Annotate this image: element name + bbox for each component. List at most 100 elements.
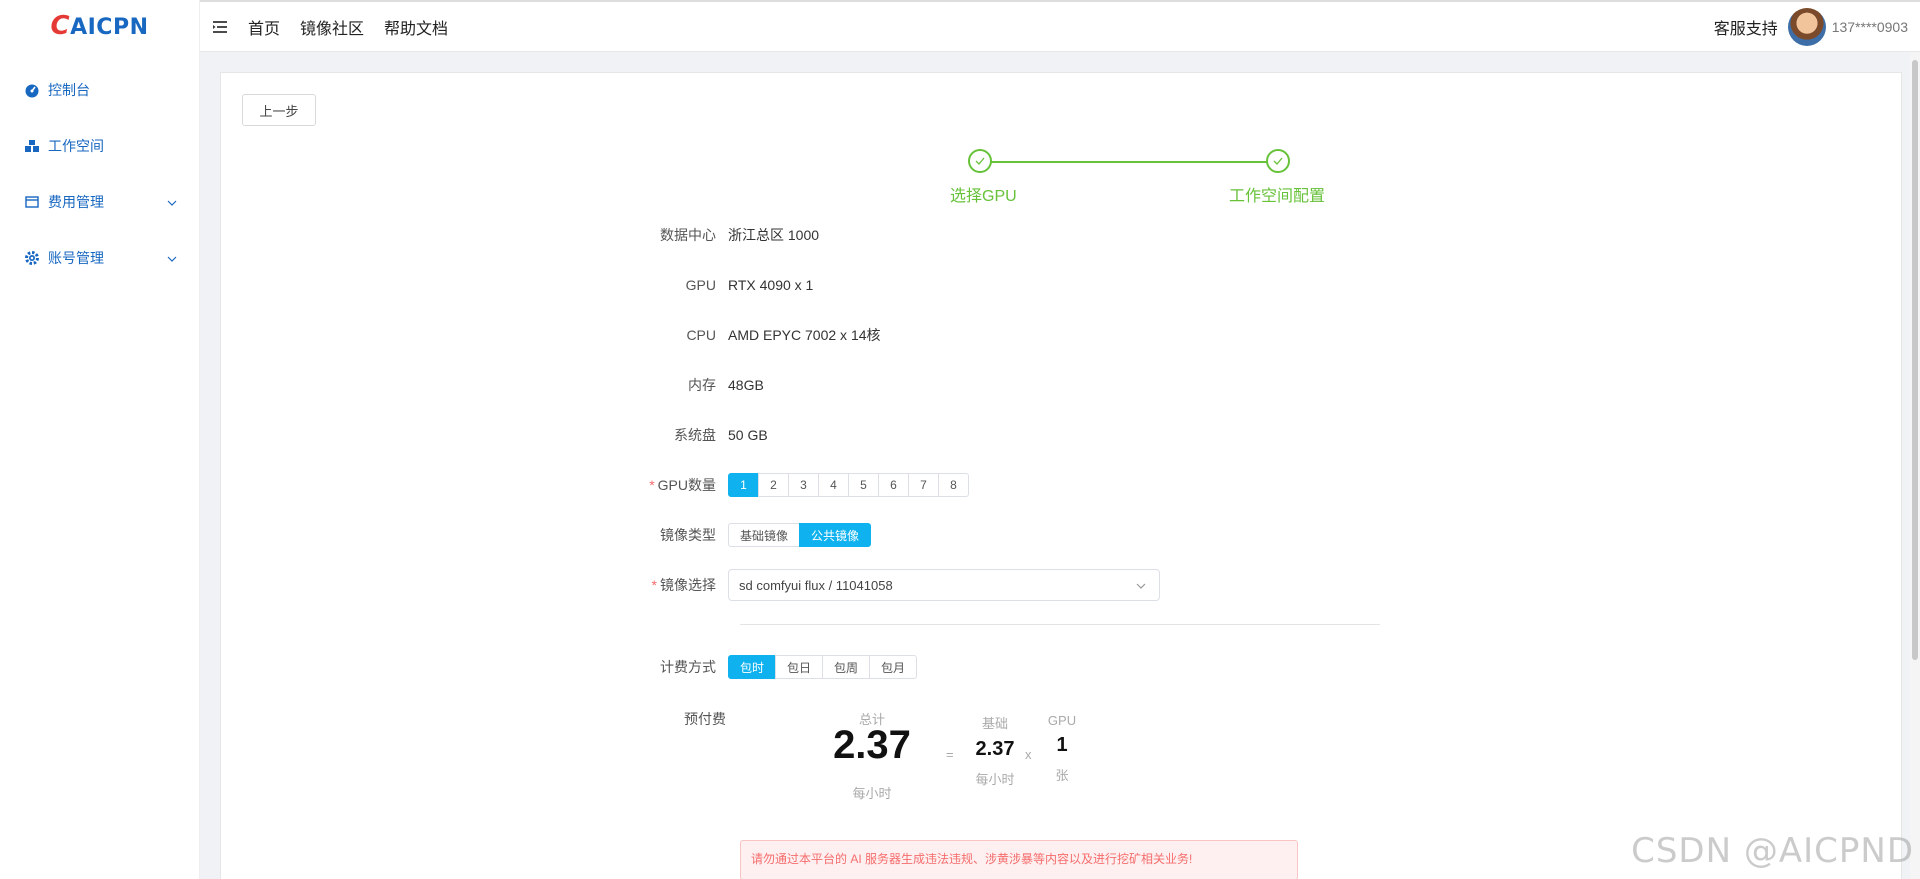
datacenter-row: 数据中心 浙江总区 1000 (620, 220, 819, 250)
image-select-dropdown[interactable]: sd comfyui flux / 11041058 (728, 569, 1160, 601)
gpu-col: GPU 1 张 (1042, 713, 1082, 784)
top-bar: 首页 镜像社区 帮助文档 客服支持 137****0903 (200, 0, 1920, 52)
base-unit: 每小时 (975, 772, 1015, 787)
image-select-row: * 镜像选择 sd comfyui flux / 11041058 (620, 569, 1160, 601)
disk-row: 系统盘 50 GB (620, 420, 768, 450)
gpu-count-label: * GPU数量 (620, 475, 728, 495)
step-1-check-icon (968, 149, 992, 173)
chevron-down-icon (167, 195, 177, 211)
warning-banner: 请勿通过本平台的 AI 服务器生成违法违规、涉黄涉暴等内容以及进行挖矿相关业务! (740, 840, 1298, 879)
gpu-count-option-4[interactable]: 4 (818, 473, 849, 497)
avatar[interactable] (1787, 8, 1826, 46)
billing-option-daily[interactable]: 包日 (775, 655, 823, 679)
gpu-count-option-1[interactable]: 1 (728, 473, 759, 497)
gpu-row: GPU RTX 4090 x 1 (620, 270, 814, 300)
gpu-count-option-3[interactable]: 3 (788, 473, 819, 497)
back-button[interactable]: 上一步 (242, 94, 316, 126)
required-mark: * (651, 577, 657, 593)
sidebar-item-dashboard[interactable]: 控制台 (0, 62, 199, 118)
billing-icon (24, 194, 40, 210)
image-type-selector: 基础镜像 公共镜像 (728, 523, 871, 547)
nav-home[interactable]: 首页 (248, 15, 280, 39)
billing-option-weekly[interactable]: 包周 (822, 655, 870, 679)
total-value-col: 2.37 (833, 723, 911, 768)
image-select-value: sd comfyui flux / 11041058 (739, 577, 893, 593)
billing-row: 计费方式 包时 包日 包周 包月 (620, 652, 917, 682)
required-mark: * (649, 477, 655, 493)
step-1-label: 选择GPU (950, 188, 1017, 205)
billing-label: 计费方式 (660, 659, 716, 675)
step-2-check-icon (1266, 149, 1290, 173)
prepay-label: 预付费 (684, 711, 726, 727)
gpu-count-option-6[interactable]: 6 (878, 473, 909, 497)
steps: 选择GPU 工作空间配置 (861, 149, 1325, 209)
watermark: CSDN @AICPND (1631, 831, 1914, 871)
billing-option-monthly[interactable]: 包月 (869, 655, 917, 679)
gpu-label: GPU (685, 277, 716, 293)
total-unit-col: 每小时 (842, 783, 902, 802)
gear-icon (24, 250, 40, 266)
sidebar-menu: 控制台 工作空间 费用管理 账号管理 (0, 62, 199, 286)
gpu-value: RTX 4090 x 1 (728, 277, 814, 293)
sidebar-item-label: 费用管理 (48, 194, 104, 210)
top-right: 客服支持 137****0903 (1714, 2, 1908, 52)
sidebar-item-account[interactable]: 账号管理 (0, 230, 199, 286)
gpu-count-row: * GPU数量 1 2 3 4 5 6 7 8 (620, 470, 969, 500)
disk-label: 系统盘 (674, 427, 716, 443)
sidebar-item-workspace[interactable]: 工作空间 (0, 118, 199, 174)
support-link[interactable]: 客服支持 (1714, 15, 1778, 39)
username[interactable]: 137****0903 (1832, 19, 1908, 35)
gpu-count-option-5[interactable]: 5 (848, 473, 879, 497)
total-price: 2.37 (833, 723, 911, 767)
step-2-label: 工作空间配置 (1229, 188, 1326, 205)
scroll-thumb[interactable] (1912, 60, 1918, 660)
gpu-count-value: 1 (1056, 734, 1068, 756)
chevron-down-icon (167, 251, 177, 267)
memory-row: 内存 48GB (620, 370, 764, 400)
gpu-count-option-7[interactable]: 7 (908, 473, 939, 497)
gpu-count-option-8[interactable]: 8 (938, 473, 969, 497)
datacenter-value: 浙江总区 1000 (728, 227, 820, 243)
step-connector (980, 161, 1278, 163)
gpu-count-selector: 1 2 3 4 5 6 7 8 (728, 473, 969, 497)
image-type-option-public[interactable]: 公共镜像 (799, 523, 871, 547)
chevron-down-icon (1135, 580, 1147, 595)
equals-sign: = (946, 747, 954, 762)
times-sign: x (1025, 747, 1032, 762)
image-select-label: * 镜像选择 (620, 575, 728, 595)
nav-image-community[interactable]: 镜像社区 (300, 15, 364, 39)
sidebar-item-label: 控制台 (48, 82, 90, 98)
memory-value: 48GB (728, 377, 764, 393)
dashboard-icon (24, 82, 40, 98)
sidebar-item-billing[interactable]: 费用管理 (0, 174, 199, 230)
billing-selector: 包时 包日 包周 包月 (728, 655, 917, 679)
sidebar-item-label: 工作空间 (48, 138, 104, 154)
page-scrollbar[interactable] (1910, 52, 1920, 879)
base-caption: 基础 (981, 716, 1008, 731)
workspace-icon (24, 138, 40, 154)
sidebar: CAICPN 控制台 工作空间 费用管理 账号管理 (0, 0, 200, 879)
total-unit: 每小时 (852, 786, 892, 801)
gpu-unit: 张 (1055, 768, 1069, 783)
datacenter-label: 数据中心 (660, 227, 716, 243)
base-col: 基础 2.37 每小时 (965, 713, 1025, 788)
base-price: 2.37 (975, 738, 1015, 760)
image-select-label-text: 镜像选择 (660, 577, 716, 593)
image-type-row: 镜像类型 基础镜像 公共镜像 (620, 520, 871, 550)
billing-option-hourly[interactable]: 包时 (728, 655, 776, 679)
warning-text: 请勿通过本平台的 AI 服务器生成违法违规、涉黄涉暴等内容以及进行挖矿相关业务! (751, 852, 1193, 866)
cpu-row: CPU AMD EPYC 7002 x 14核 (620, 320, 881, 350)
gpu-count-option-2[interactable]: 2 (758, 473, 789, 497)
cpu-value: AMD EPYC 7002 x 14核 (728, 327, 881, 343)
gpu-caption: GPU (1047, 713, 1077, 728)
logo[interactable]: CAICPN (0, 0, 199, 52)
divider (740, 624, 1380, 625)
sidebar-item-label: 账号管理 (48, 250, 104, 266)
cpu-label: CPU (686, 327, 716, 343)
prepay-section: 预付费 总计 2.37 每小时 = 基础 2.37 每小时 x GPU 1 张 (620, 705, 1076, 805)
disk-value: 50 GB (728, 427, 768, 443)
image-type-option-base[interactable]: 基础镜像 (728, 523, 800, 547)
nav-help-docs[interactable]: 帮助文档 (384, 15, 448, 39)
menu-toggle-icon[interactable] (212, 19, 228, 35)
gpu-count-label-text: GPU数量 (657, 477, 716, 493)
